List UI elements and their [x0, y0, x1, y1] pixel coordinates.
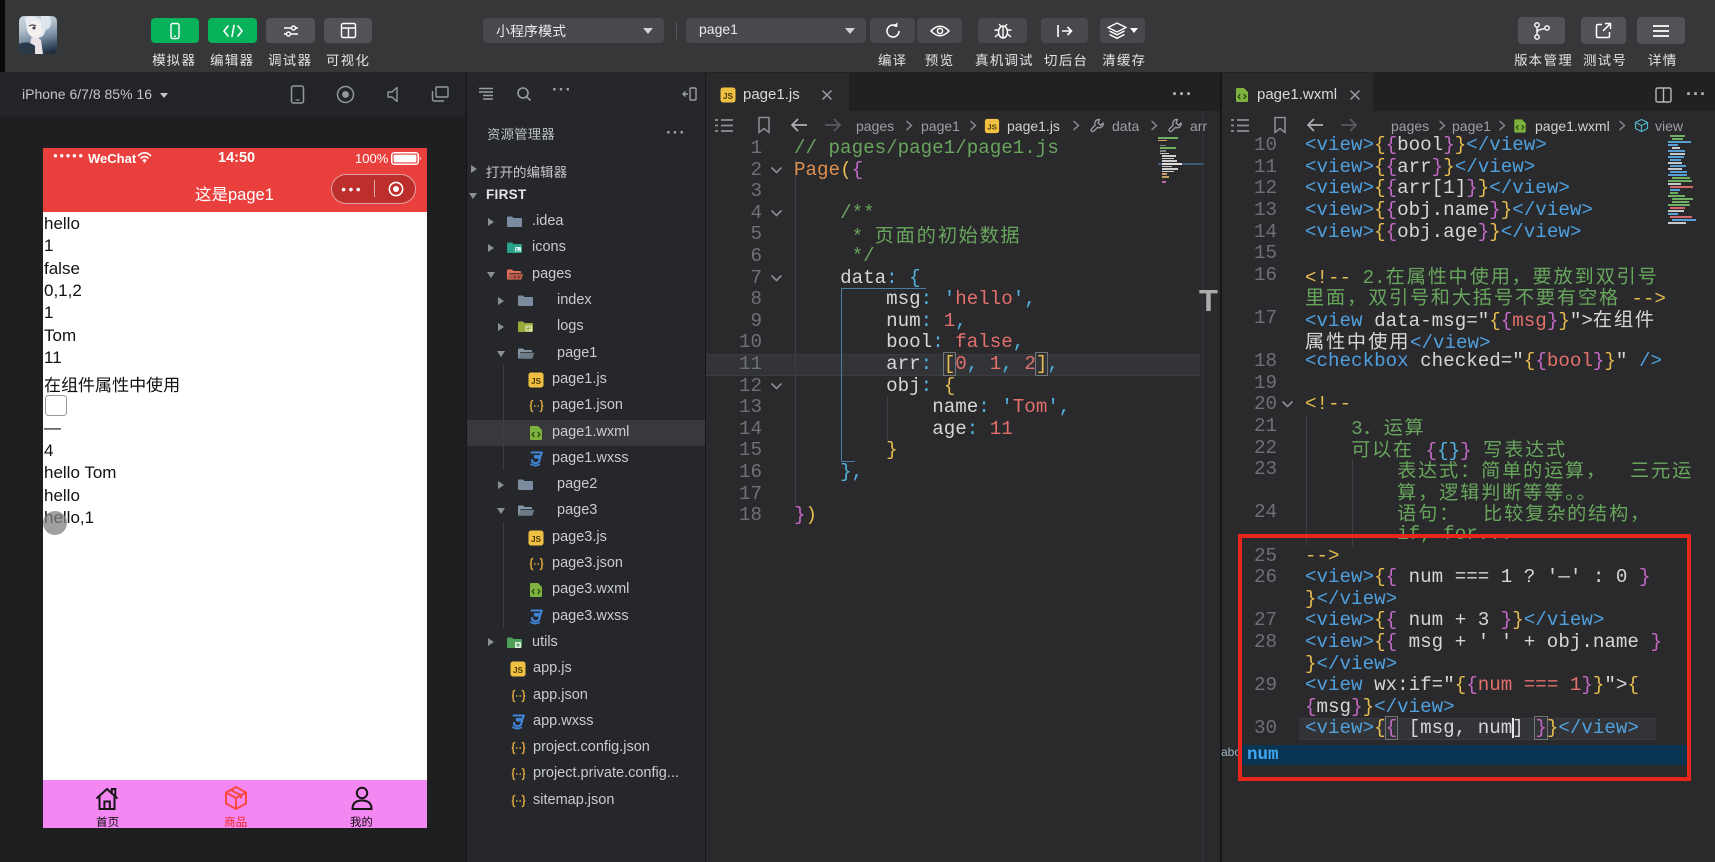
svg-text:JS: JS — [987, 123, 997, 132]
svg-text:JS: JS — [513, 666, 524, 675]
svg-text:JS: JS — [531, 534, 542, 543]
svg-text:JS: JS — [723, 92, 734, 101]
svg-text:JS: JS — [531, 377, 542, 386]
